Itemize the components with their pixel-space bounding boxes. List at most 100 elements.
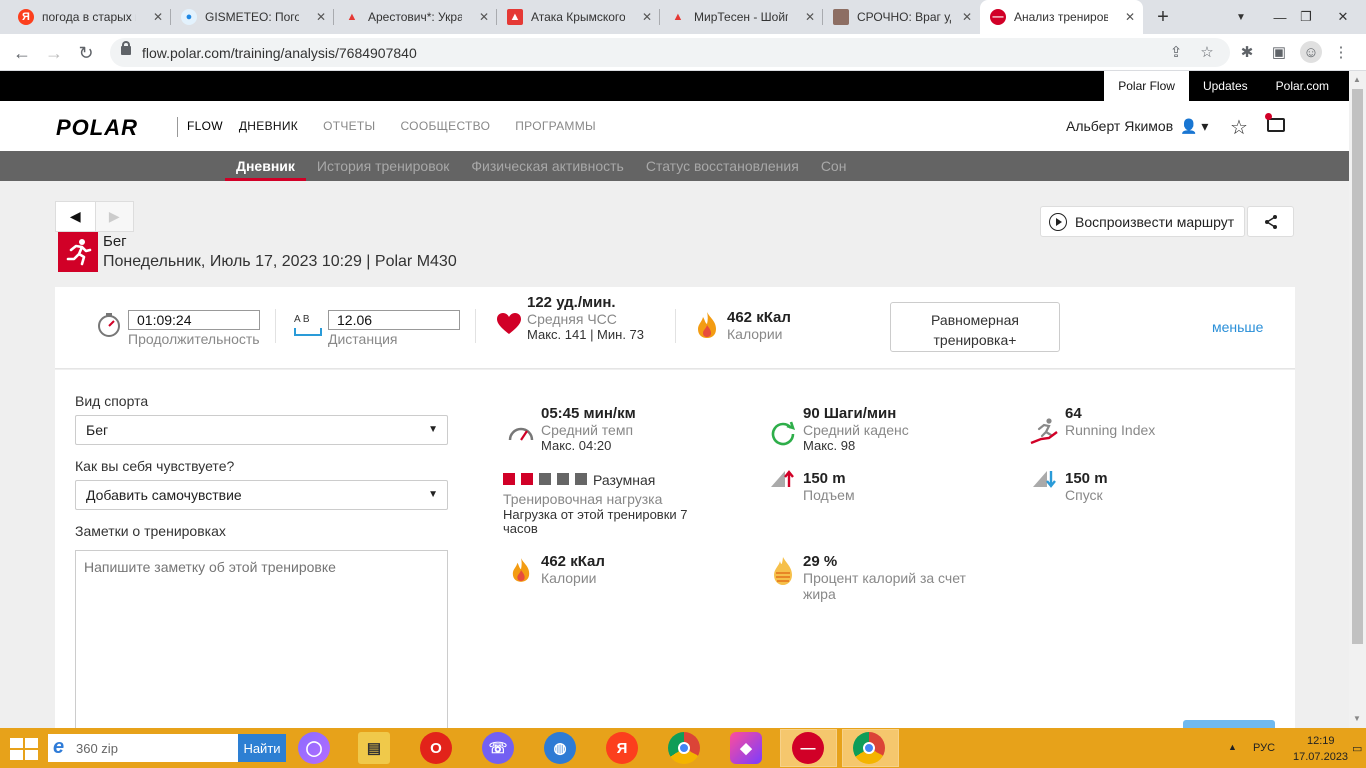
subnav-history[interactable]: История тренировок (306, 151, 460, 181)
fat-burn-icon (774, 557, 792, 585)
save-button-partial[interactable] (1183, 720, 1275, 728)
close-icon[interactable]: ✕ (642, 10, 652, 24)
back-icon[interactable]: ← (10, 41, 34, 65)
chrome-profile-icon[interactable] (853, 732, 885, 764)
close-icon[interactable]: ✕ (805, 10, 815, 24)
sport-select-value: Бег (86, 422, 109, 438)
url-text: flow.polar.com/training/analysis/7684907… (142, 44, 417, 61)
feeling-select[interactable]: Добавить самочувствие ▼ (75, 480, 448, 510)
menu-icon[interactable]: ⋮ (1330, 41, 1352, 63)
input-language[interactable]: РУС (1253, 742, 1275, 754)
chevron-down-icon: ▼ (428, 424, 438, 435)
close-icon[interactable]: ✕ (479, 10, 489, 24)
training-benefit-box[interactable]: Равномерная тренировка+ (890, 302, 1060, 352)
reload-icon[interactable]: ↻ (74, 41, 98, 65)
subnav-diary[interactable]: Дневник (225, 151, 306, 181)
browser-tab[interactable]: Я погода в старых м ✕ (8, 0, 171, 34)
running-sport-icon (58, 232, 98, 272)
opera-icon[interactable]: O (420, 732, 452, 764)
subnav-activity[interactable]: Физическая активность (460, 151, 634, 181)
subnav-sleep[interactable]: Сон (810, 151, 858, 181)
browser-tab[interactable]: ▲ МирТесен - Шойг ✕ (660, 0, 823, 34)
app-gem-icon[interactable]: ◆ (730, 732, 762, 764)
profile-avatar-icon[interactable]: ☺ (1300, 41, 1322, 63)
notification-dot (1265, 113, 1272, 120)
network-globe-icon[interactable]: ◍ (544, 732, 576, 764)
ri-label: Running Index (1065, 422, 1156, 438)
polar-flow-app-icon[interactable]: — (792, 732, 824, 764)
fat-value: 29 % (803, 553, 838, 570)
side-panel-icon[interactable]: ▣ (1268, 41, 1290, 63)
clock-time[interactable]: 12:19 (1307, 735, 1335, 747)
cadence-max: Макс. 98 (803, 438, 856, 453)
page-scrollbar[interactable]: ▲ ▼ (1349, 71, 1366, 728)
browser-tab[interactable]: ● GISMETEO: Погода ✕ (171, 0, 334, 34)
browser-tab[interactable]: СРОЧНО: Враг уд ✕ (823, 0, 980, 34)
url-field[interactable]: flow.polar.com/training/analysis/7684907… (110, 38, 1230, 67)
top-link-polar-flow[interactable]: Polar Flow (1104, 71, 1189, 101)
next-session-button[interactable]: ▶ (94, 202, 133, 231)
alice-icon[interactable]: ◯ (298, 732, 330, 764)
clock-date[interactable]: 17.07.2023 (1293, 751, 1348, 763)
browser-tab[interactable]: ▲ Арестович*: Укра ✕ (334, 0, 497, 34)
extensions-icon[interactable]: ✱ (1236, 41, 1258, 63)
chrome-icon[interactable] (668, 732, 700, 764)
less-link[interactable]: меньше (1212, 319, 1263, 335)
polar-header: POLAR FLOW ДНЕВНИК ОТЧЕТЫ СООБЩЕСТВО ПРО… (0, 101, 1349, 151)
duration-input[interactable]: 01:09:24 (128, 310, 260, 330)
browser-tab[interactable]: ▲ Атака Крымского ✕ (497, 0, 660, 34)
play-route-button[interactable]: Воспроизвести маршрут (1040, 206, 1245, 237)
close-window-icon[interactable]: ✕ (1320, 0, 1366, 34)
close-icon[interactable]: ✕ (1125, 10, 1135, 24)
messages-icon[interactable] (1267, 118, 1285, 132)
user-name[interactable]: Альберт Якимов (1066, 118, 1173, 134)
search-go-button[interactable]: Найти (238, 734, 286, 762)
taskbar-search-field[interactable]: e 360 zip (48, 734, 238, 762)
top-link-updates[interactable]: Updates (1189, 71, 1262, 101)
new-tab-button[interactable]: + (1140, 0, 1186, 34)
close-icon[interactable]: ✕ (962, 10, 972, 24)
close-icon[interactable]: ✕ (153, 10, 163, 24)
user-menu-icon[interactable]: 👤 ▾ (1180, 118, 1208, 135)
share-page-icon[interactable]: ⇪ (1165, 41, 1187, 63)
windows-start-icon[interactable] (10, 738, 38, 760)
fire-favicon-icon: ▲ (672, 11, 684, 23)
speedometer-icon (508, 427, 534, 441)
gismeteo-favicon-icon: ● (181, 9, 197, 25)
search-text: 360 zip (76, 740, 118, 756)
distance-ab-label: A B (294, 314, 310, 325)
polar-favicon-icon: — (990, 9, 1006, 25)
nav-diary[interactable]: ДНЕВНИК (239, 101, 298, 151)
file-explorer-icon[interactable]: ▤ (358, 732, 390, 764)
nav-community[interactable]: СООБЩЕСТВО (400, 101, 490, 151)
load-square-filled (503, 473, 515, 485)
favorites-star-icon[interactable]: ☆ (1230, 115, 1248, 140)
viber-icon[interactable]: ☏ (482, 732, 514, 764)
duration-label: Продолжительность (128, 331, 260, 347)
feeling-select-value: Добавить самочувствие (86, 487, 242, 503)
scroll-down-icon[interactable]: ▼ (1353, 714, 1361, 723)
notifications-icon[interactable]: ▭ (1352, 742, 1362, 755)
nav-programs[interactable]: ПРОГРАММЫ (515, 101, 596, 151)
load-square-empty (539, 473, 551, 485)
scroll-up-icon[interactable]: ▲ (1353, 75, 1361, 84)
sport-select[interactable]: Бег ▼ (75, 415, 448, 445)
share-button[interactable] (1247, 206, 1294, 237)
previous-session-button[interactable]: ◀ (56, 202, 95, 231)
tray-expand-icon[interactable]: ▲ (1228, 742, 1237, 752)
yandex-icon[interactable]: Я (606, 732, 638, 764)
browser-tab-active[interactable]: — Анализ трениров ✕ (980, 0, 1143, 34)
nav-reports[interactable]: ОТЧЕТЫ (323, 101, 375, 151)
subnav-recovery[interactable]: Статус восстановления (635, 151, 810, 181)
notes-textarea[interactable] (75, 550, 448, 740)
close-icon[interactable]: ✕ (316, 10, 326, 24)
polar-logo[interactable]: POLAR (56, 115, 138, 141)
forward-icon[interactable]: → (42, 41, 66, 65)
sub-nav: Дневник История тренировок Физическая ак… (0, 151, 1349, 181)
scroll-thumb[interactable] (1352, 89, 1363, 644)
bookmark-star-icon[interactable]: ☆ (1196, 41, 1218, 63)
distance-input[interactable]: 12.06 (328, 310, 460, 330)
top-link-polar-com[interactable]: Polar.com (1262, 71, 1349, 101)
flow-label: FLOW (187, 119, 223, 133)
load-word: Разумная (593, 472, 656, 488)
